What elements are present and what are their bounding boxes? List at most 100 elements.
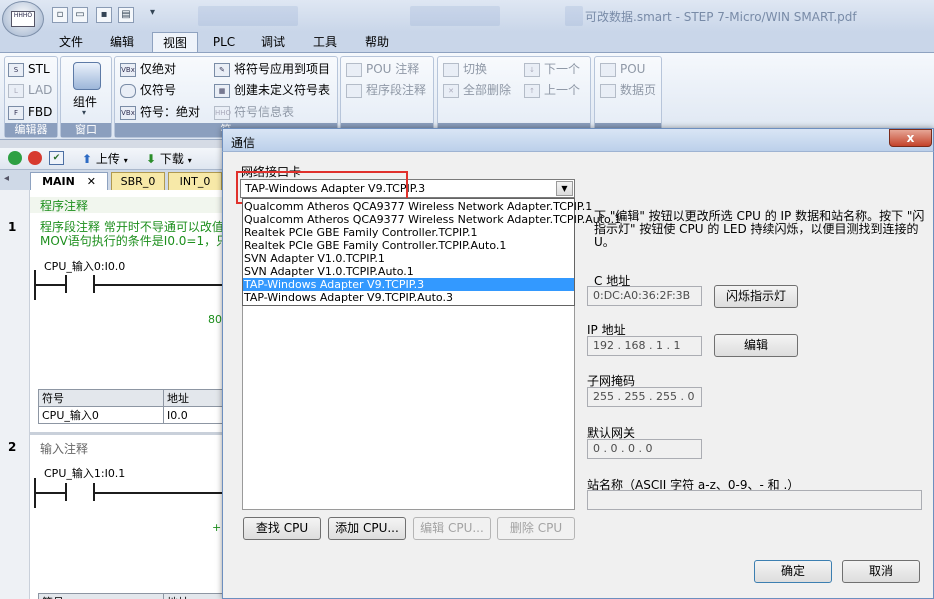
nic-option[interactable]: Realtek PCIe GBE Family Controller.TCPIP… [243,226,574,239]
symbol-cell: CPU_输入0 [38,406,164,424]
tab-main[interactable]: MAIN ✕ [30,172,108,190]
nic-option[interactable]: Realtek PCIe GBE Family Controller.TCPIP… [243,239,574,252]
nic-option-selected[interactable]: TAP-Windows Adapter V9.TCPIP.3 [243,278,574,291]
previous-bookmark-button[interactable]: ↑ 上一个 [524,81,580,99]
symbol-info-table-button[interactable]: HHO 符号信息表 [214,103,294,121]
flash-led-button[interactable]: 闪烁指示灯 [714,285,798,308]
next-bookmark-button[interactable]: ↓ 下一个 [524,60,580,78]
edit-cpu-button[interactable]: 编辑 CPU... [413,517,491,540]
network-gutter [0,190,30,599]
stl-button[interactable]: S STL [8,60,50,78]
symbol-only-button[interactable]: 仅符号 [120,81,176,99]
save-icon[interactable]: ▪ [96,7,112,23]
upload-button[interactable]: ⬆ 上传 ▾ [82,150,128,168]
tab-edit[interactable]: 编辑 [100,32,144,52]
new-icon[interactable]: ▫ [52,7,68,23]
program-comment[interactable]: 程序注释 [40,197,88,214]
arrow-up-icon: ↑ [524,83,540,98]
tab-int0[interactable]: INT_0 [168,172,222,190]
toggle-bookmark-button[interactable]: 切换 [443,60,487,78]
tab-view[interactable]: 视图 [152,32,198,53]
symbol-table-icon: ▦ [214,83,230,98]
stop-icon[interactable] [28,151,42,165]
open-icon[interactable]: ▭ [72,7,88,23]
nic-option[interactable]: TAP-Windows Adapter V9.TCPIP.Auto.3 [243,291,574,304]
run-icon[interactable] [8,151,22,165]
delete-all-bookmarks-button[interactable]: ✕ 全部删除 [443,81,511,99]
compile-icon[interactable]: ✔ [49,151,64,165]
network-comment[interactable]: 输入注释 [40,440,88,457]
dialog-title: 通信 [231,136,256,150]
ok-button[interactable]: 确定 [754,560,832,583]
print-icon[interactable]: ▤ [118,7,134,23]
window-group-caption: 窗口 [61,123,111,137]
tab-sbr0[interactable]: SBR_0 [111,172,165,190]
cpu-list[interactable] [242,306,575,510]
symbol-absolute-button[interactable]: VBx 符号：绝对 [120,103,200,121]
network-comment-button[interactable]: 程序段注释 [346,81,426,99]
find-cpu-button[interactable]: 查找 CPU [243,517,321,540]
delete-cpu-button[interactable]: 删除 CPU [497,517,575,540]
nic-option[interactable]: SVN Adapter V1.0.TCPIP.Auto.1 [243,265,574,278]
close-icon: x [906,131,915,145]
scroll-left-icon[interactable]: ◂ [4,173,9,184]
dialog-title-bar: 通信 [222,128,934,152]
pou-properties-button[interactable]: POU [600,60,645,78]
address-header: 地址 [163,593,228,599]
window-title: 可改数据.smart - STEP 7-Micro/WIN SMART.pdf [585,10,857,24]
close-tab-icon[interactable]: ✕ [87,175,96,188]
station-name-field[interactable] [587,490,922,510]
background-window-ghost [198,6,298,26]
download-arrow-icon: ⬇ [146,152,157,166]
gateway-field[interactable]: 0 . 0 . 0 . 0 [587,439,702,459]
instruction-operand: 80 [208,313,222,326]
chevron-down-icon[interactable]: ▼ [556,181,573,196]
editor-group-caption: 编辑器 [5,123,57,137]
create-undefined-symbol-table-button[interactable]: ▦ 创建未定义符号表 [214,81,330,99]
data-page-button[interactable]: 数据页 [600,81,656,99]
symbol-header: 符号 [38,389,164,407]
network-number: 2 [8,440,17,454]
component-icon [73,62,101,90]
cancel-button[interactable]: 取消 [842,560,920,583]
lad-button[interactable]: L LAD [8,81,52,99]
tab-help[interactable]: 帮助 [356,32,398,52]
nic-option[interactable]: SVN Adapter V1.0.TCPIP.1 [243,252,574,265]
download-button[interactable]: ⬇ 下载 ▾ [146,150,192,168]
pou-comment-icon [346,62,362,77]
network-comment-line[interactable]: MOV语句执行的条件是I0.0=1，只要 [40,232,240,249]
normally-open-contact[interactable] [65,275,95,293]
normally-open-contact[interactable] [65,483,95,501]
upload-arrow-icon: ⬆ [82,152,93,166]
absolute-only-button[interactable]: VBx 仅绝对 [120,60,176,78]
rung-line [34,284,228,286]
close-button[interactable]: x [889,129,932,147]
background-window-ghost [565,6,583,26]
application-menu-button[interactable]: HHHO [2,1,44,37]
fbd-button[interactable]: F FBD [8,103,52,121]
apply-symbols-button[interactable]: ✎ 将符号应用到项目 [214,60,330,78]
tab-debug[interactable]: 调试 [252,32,294,52]
symbol-table: 符号地址 [38,593,228,599]
symbol-header: 符号 [38,593,164,599]
qat-customize-icon[interactable]: ▾ [150,7,155,18]
subnet-field[interactable]: 255 . 255 . 255 . 0 [587,387,702,407]
tab-file[interactable]: 文件 [50,32,92,52]
arrow-down-icon: ↓ [524,62,540,77]
nic-option[interactable]: Qualcomm Atheros QCA9377 Wireless Networ… [243,213,621,226]
chevron-down-icon: ▾ [82,108,87,117]
nic-option[interactable]: Qualcomm Atheros QCA9377 Wireless Networ… [243,200,592,213]
add-cpu-button[interactable]: 添加 CPU... [328,517,406,540]
tab-plc[interactable]: PLC [204,32,244,52]
background-window-ghost [410,6,500,26]
apply-symbols-icon: ✎ [214,62,230,77]
edit-button[interactable]: 编辑 [714,334,798,357]
contact-label: CPU_输入0:I0.0 [44,260,126,273]
pou-comment-button[interactable]: POU 注释 [346,60,419,78]
info-text-line: 指示灯" 按钮使 CPU 的 LED 持续闪烁，以便目测找到连接的 [594,222,919,236]
symbol-table: 符号 地址 CPU_输入0 I0.0 [38,389,228,424]
tab-tools[interactable]: 工具 [304,32,346,52]
ip-field[interactable]: 192 . 168 . 1 . 1 [587,336,702,356]
chevron-down-icon: ▾ [123,156,128,165]
lad-icon: L [8,83,24,98]
